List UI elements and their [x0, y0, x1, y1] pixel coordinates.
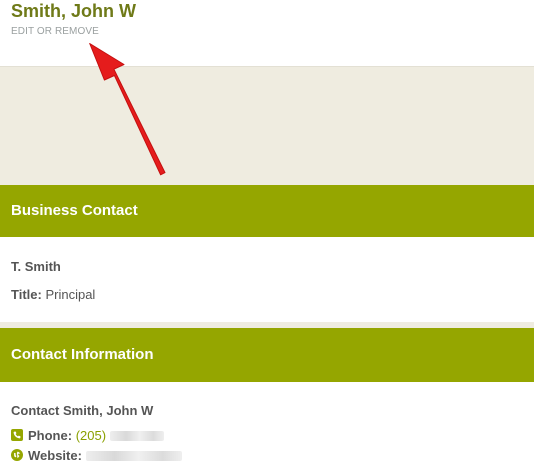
listing-header: Smith, John W EDIT OR REMOVE	[0, 0, 534, 66]
banner-area	[0, 66, 534, 185]
website-redacted[interactable]	[85, 451, 182, 461]
phone-value[interactable]: (205)	[76, 428, 106, 443]
globe-icon	[11, 449, 23, 461]
edit-or-remove-link[interactable]: EDIT OR REMOVE	[11, 26, 99, 37]
title-label: Title:	[11, 287, 42, 302]
business-contact-header: Business Contact	[0, 185, 534, 237]
title-value: Principal	[45, 287, 96, 302]
phone-redacted	[109, 431, 164, 441]
page-title: Smith, John W	[11, 1, 136, 21]
contact-information-header: Contact Information	[0, 328, 534, 382]
website-row: Website:	[11, 448, 182, 463]
phone-label: Phone:	[28, 428, 73, 443]
contact-information-section: Contact Smith, John W Phone: (205) Websi…	[0, 382, 534, 473]
phone-icon	[11, 429, 23, 441]
business-title-row: Title: Principal	[11, 287, 95, 302]
phone-row: Phone: (205)	[11, 428, 164, 443]
contact-name: Contact Smith, John W	[11, 403, 154, 418]
business-contact-name: T. Smith	[11, 259, 61, 274]
business-contact-heading: Business Contact	[11, 202, 138, 219]
contact-information-heading: Contact Information	[11, 346, 154, 363]
website-label: Website:	[28, 448, 82, 463]
business-contact-section: T. Smith Title: Principal	[0, 237, 534, 322]
